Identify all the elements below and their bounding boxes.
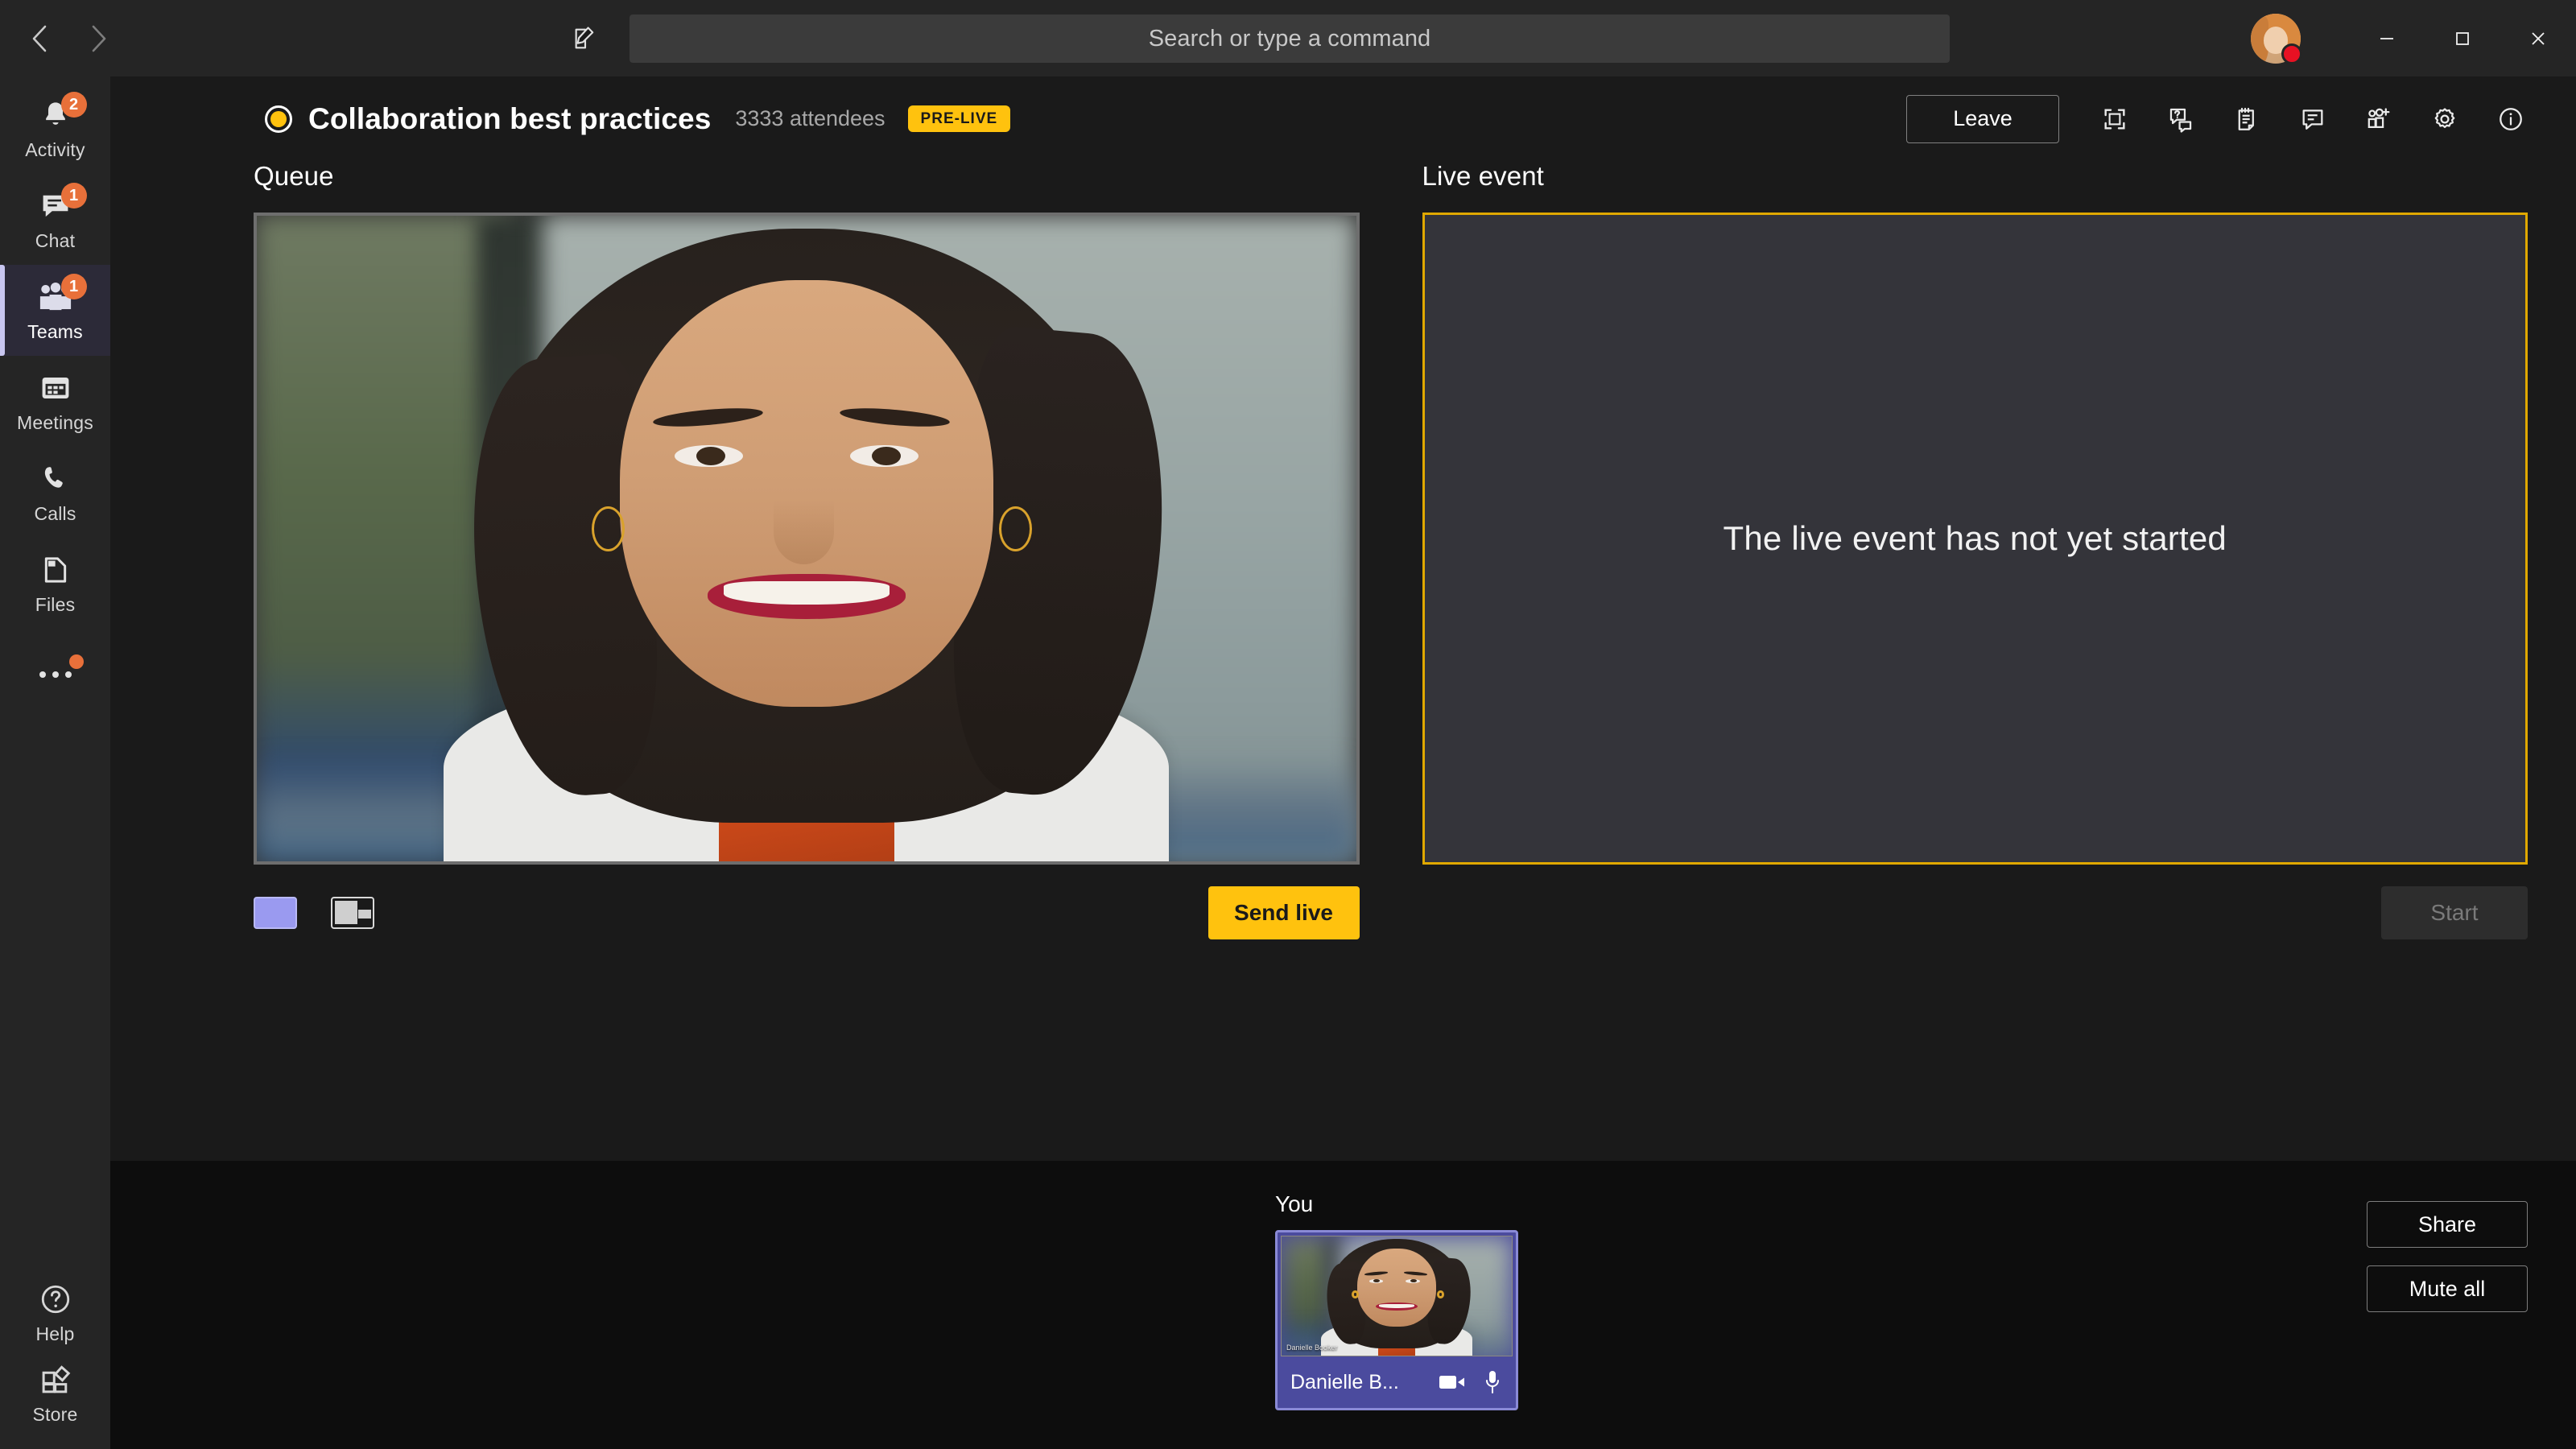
chat-bubble-icon: 1	[35, 182, 87, 225]
main-content: Collaboration best practices 3333 attend…	[110, 76, 2576, 1449]
app-rail: 2 Activity 1 Chat 1 Teams Meetings Calls…	[0, 76, 110, 1449]
sidebar-item-store[interactable]: Store	[0, 1358, 110, 1449]
queue-title: Queue	[254, 161, 334, 191]
forward-arrow-icon[interactable]	[80, 20, 118, 57]
add-people-icon[interactable]	[2346, 86, 2412, 152]
meeting-toolbar: Leave	[1906, 86, 2544, 152]
camera-icon[interactable]	[1439, 1373, 1466, 1392]
sidebar-item-chat[interactable]: 1 Chat	[0, 174, 110, 265]
activity-badge: 2	[60, 91, 87, 118]
sidebar-item-more[interactable]	[0, 629, 110, 720]
sidebar-item-help[interactable]: Help	[0, 1267, 110, 1358]
sidebar-item-label: Calls	[34, 502, 76, 524]
queue-video-image	[257, 216, 1356, 861]
bottom-right-buttons: Share Mute all	[2367, 1201, 2528, 1312]
live-event-controls: Start	[1422, 865, 2528, 961]
nav-arrows	[0, 20, 121, 57]
self-participant-tile[interactable]: Danielle Booker Danielle B...	[1275, 1230, 1518, 1410]
files-icon	[35, 551, 76, 588]
window-controls	[2251, 0, 2576, 76]
attendee-count: 3333 attendees	[735, 106, 886, 130]
self-video-image	[1282, 1236, 1512, 1356]
sidebar-item-label: Teams	[27, 320, 83, 342]
body-row: 2 Activity 1 Chat 1 Teams Meetings Calls…	[0, 76, 2576, 1449]
self-tile-footer: Danielle B...	[1281, 1356, 1513, 1408]
self-video-preview: Danielle Booker	[1281, 1236, 1513, 1356]
minimize-button[interactable]	[2349, 0, 2425, 76]
sidebar-item-label: Meetings	[17, 411, 93, 433]
maximize-button[interactable]	[2425, 0, 2500, 76]
you-label: You	[1275, 1191, 1314, 1216]
qna-icon[interactable]	[2148, 86, 2214, 152]
sidebar-item-meetings[interactable]: Meetings	[0, 356, 110, 447]
more-ellipsis-icon	[35, 654, 84, 693]
leave-button[interactable]: Leave	[1906, 94, 2059, 143]
page-title: Collaboration best practices	[308, 101, 712, 135]
self-participant-name: Danielle B...	[1290, 1370, 1399, 1393]
mute-all-button[interactable]: Mute all	[2367, 1265, 2528, 1312]
layout-single-button[interactable]	[254, 897, 297, 929]
sidebar-item-activity[interactable]: 2 Activity	[0, 83, 110, 174]
avatar[interactable]	[2251, 13, 2302, 64]
compose-icon[interactable]	[564, 17, 607, 60]
bell-icon: 2	[35, 91, 87, 134]
help-question-icon	[35, 1281, 76, 1318]
notes-icon[interactable]	[2214, 86, 2280, 152]
teams-badge: 1	[60, 273, 87, 299]
you-section: You Danielle Booker Danielle B...	[1275, 1191, 1518, 1410]
search-placeholder: Search or type a command	[1148, 25, 1431, 52]
queue-video[interactable]	[254, 213, 1360, 865]
microphone-icon[interactable]	[1484, 1369, 1501, 1395]
sidebar-item-label: Activity	[25, 138, 85, 160]
live-status-icon	[265, 105, 292, 133]
stage: Queue Send live Live event The live even…	[110, 161, 2576, 1161]
queue-controls: Send live	[254, 865, 1360, 961]
close-button[interactable]	[2500, 0, 2576, 76]
sidebar-item-label: Files	[35, 593, 76, 615]
status-badge: PRE-LIVE	[907, 105, 1011, 132]
fullscreen-icon[interactable]	[2082, 86, 2148, 152]
rail-spacer	[0, 720, 110, 1267]
sidebar-item-files[interactable]: Files	[0, 538, 110, 629]
phone-icon	[35, 460, 76, 497]
settings-gear-icon[interactable]	[2412, 86, 2478, 152]
info-icon[interactable]	[2478, 86, 2544, 152]
queue-pane: Queue Send live	[254, 161, 1360, 1161]
share-button[interactable]: Share	[2367, 1201, 2528, 1248]
sidebar-item-label: Chat	[35, 229, 76, 251]
layout-split-button[interactable]	[331, 897, 374, 929]
teams-live-event-window: Search or type a command 2 Activity 1 Ch…	[0, 0, 2576, 1449]
self-tile-icons	[1439, 1369, 1501, 1395]
live-event-video[interactable]: The live event has not yet started	[1422, 213, 2528, 865]
live-event-title: Live event	[1422, 161, 1544, 191]
sidebar-item-teams[interactable]: 1 Teams	[0, 265, 110, 356]
more-dot-badge	[68, 654, 84, 669]
chat-badge: 1	[60, 182, 87, 208]
live-event-pane: Live event The live event has not yet st…	[1422, 161, 2528, 1161]
chat-icon[interactable]	[2280, 86, 2346, 152]
teams-people-icon: 1	[35, 273, 87, 316]
calendar-icon	[35, 369, 76, 407]
meeting-header: Collaboration best practices 3333 attend…	[110, 76, 2576, 161]
live-event-message: The live event has not yet started	[1723, 519, 2227, 557]
sidebar-item-label: Store	[32, 1403, 78, 1425]
start-button[interactable]: Start	[2381, 886, 2528, 939]
status-badge	[2281, 43, 2302, 64]
self-video-name-tag: Danielle Booker	[1286, 1344, 1338, 1352]
sidebar-item-calls[interactable]: Calls	[0, 447, 110, 538]
back-arrow-icon[interactable]	[21, 20, 58, 57]
search-input[interactable]: Search or type a command	[630, 14, 1950, 63]
bottom-bar: You Danielle Booker Danielle B... Share …	[110, 1161, 2576, 1449]
title-bar: Search or type a command	[0, 0, 2576, 76]
layout-toggles	[254, 897, 374, 929]
store-icon	[35, 1361, 76, 1398]
send-live-button[interactable]: Send live	[1208, 886, 1360, 939]
sidebar-item-label: Help	[35, 1323, 75, 1344]
